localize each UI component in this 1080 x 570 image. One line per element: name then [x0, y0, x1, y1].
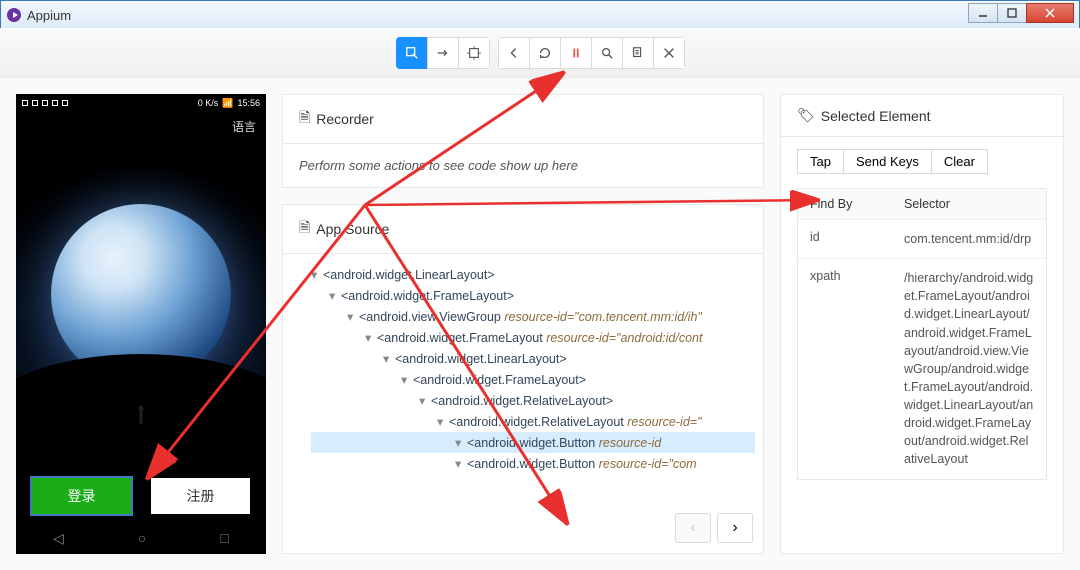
- send-keys-button[interactable]: Send Keys: [843, 149, 932, 174]
- device-login-button[interactable]: 登录: [32, 478, 131, 514]
- nav-back-icon: ◁: [53, 530, 64, 547]
- findby-header: Find By: [798, 189, 892, 219]
- selector-header: Selector: [892, 189, 962, 219]
- selected-title: Selected Element: [821, 108, 931, 124]
- recorder-empty-text: Perform some actions to see code show up…: [283, 144, 763, 187]
- tree-node[interactable]: ▾<android.widget.Button resource-id="com: [311, 453, 755, 474]
- selector-row: xpath/hierarchy/android.widget.FrameLayo…: [798, 258, 1046, 478]
- app-source-panel: 🗎 App Source ▾<android.widget.LinearLayou…: [282, 204, 764, 554]
- window-close-button[interactable]: [1026, 3, 1074, 23]
- device-statusbar: 0 K/s📶15:56: [16, 94, 266, 112]
- tree-node[interactable]: ▾<android.widget.FrameLayout>: [311, 285, 755, 306]
- source-icon: 🗎: [299, 217, 310, 241]
- nav-home-icon: ○: [138, 530, 146, 546]
- tree-node[interactable]: ▾<android.widget.RelativeLayout>: [311, 390, 755, 411]
- nav-recent-icon: □: [220, 530, 228, 546]
- swipe-button[interactable]: [427, 37, 459, 69]
- recorder-icon: 🗎: [299, 107, 310, 131]
- selector-row: idcom.tencent.mm:id/drp: [798, 219, 1046, 258]
- record-button[interactable]: [560, 37, 592, 69]
- tree-node[interactable]: ▾<android.widget.LinearLayout>: [311, 264, 755, 285]
- select-element-button[interactable]: [396, 37, 428, 69]
- source-next-button[interactable]: ›: [717, 513, 753, 543]
- window-titlebar: Appium: [1, 1, 1079, 29]
- tree-node[interactable]: ▾<android.widget.LinearLayout>: [311, 348, 755, 369]
- back-button[interactable]: [498, 37, 530, 69]
- tree-node[interactable]: ▾<android.widget.RelativeLayout resource…: [311, 411, 755, 432]
- device-screenshot[interactable]: 0 K/s📶15:56 语言 登录 注册 ◁ ○ □: [16, 94, 266, 554]
- refresh-button[interactable]: [529, 37, 561, 69]
- device-navkeys: ◁ ○ □: [16, 522, 266, 554]
- selector-table: Find By Selector idcom.tencent.mm:id/drp…: [797, 188, 1047, 480]
- tap-button[interactable]: Tap: [797, 149, 844, 174]
- tag-icon: 🏷: [797, 107, 815, 124]
- copy-xml-button[interactable]: [622, 37, 654, 69]
- device-register-button[interactable]: 注册: [151, 478, 250, 514]
- recorder-panel: 🗎 Recorder Perform some actions to see co…: [282, 94, 764, 188]
- tree-node[interactable]: ▾<android.view.ViewGroup resource-id="co…: [311, 306, 755, 327]
- tap-coords-button[interactable]: [458, 37, 490, 69]
- search-button[interactable]: [591, 37, 623, 69]
- clear-button[interactable]: Clear: [931, 149, 988, 174]
- window-title: Appium: [27, 8, 71, 23]
- quit-session-button[interactable]: [653, 37, 685, 69]
- source-tree[interactable]: ▾<android.widget.LinearLayout>▾<android.…: [283, 254, 763, 474]
- recorder-title: Recorder: [316, 111, 374, 127]
- inspector-toolbar: [0, 28, 1080, 78]
- selected-element-panel: 🏷 Selected Element Tap Send Keys Clear Fi…: [780, 94, 1064, 554]
- source-prev-button[interactable]: ‹: [675, 513, 711, 543]
- window-minimize-button[interactable]: [968, 3, 998, 23]
- language-label: 语言: [232, 118, 256, 135]
- app-icon: [7, 8, 21, 22]
- source-title: App Source: [316, 221, 389, 237]
- tree-node[interactable]: ▾<android.widget.FrameLayout resource-id…: [311, 327, 755, 348]
- window-maximize-button[interactable]: [997, 3, 1027, 23]
- tree-node[interactable]: ▾<android.widget.FrameLayout>: [311, 369, 755, 390]
- tree-node[interactable]: ▾<android.widget.Button resource-id: [311, 432, 755, 453]
